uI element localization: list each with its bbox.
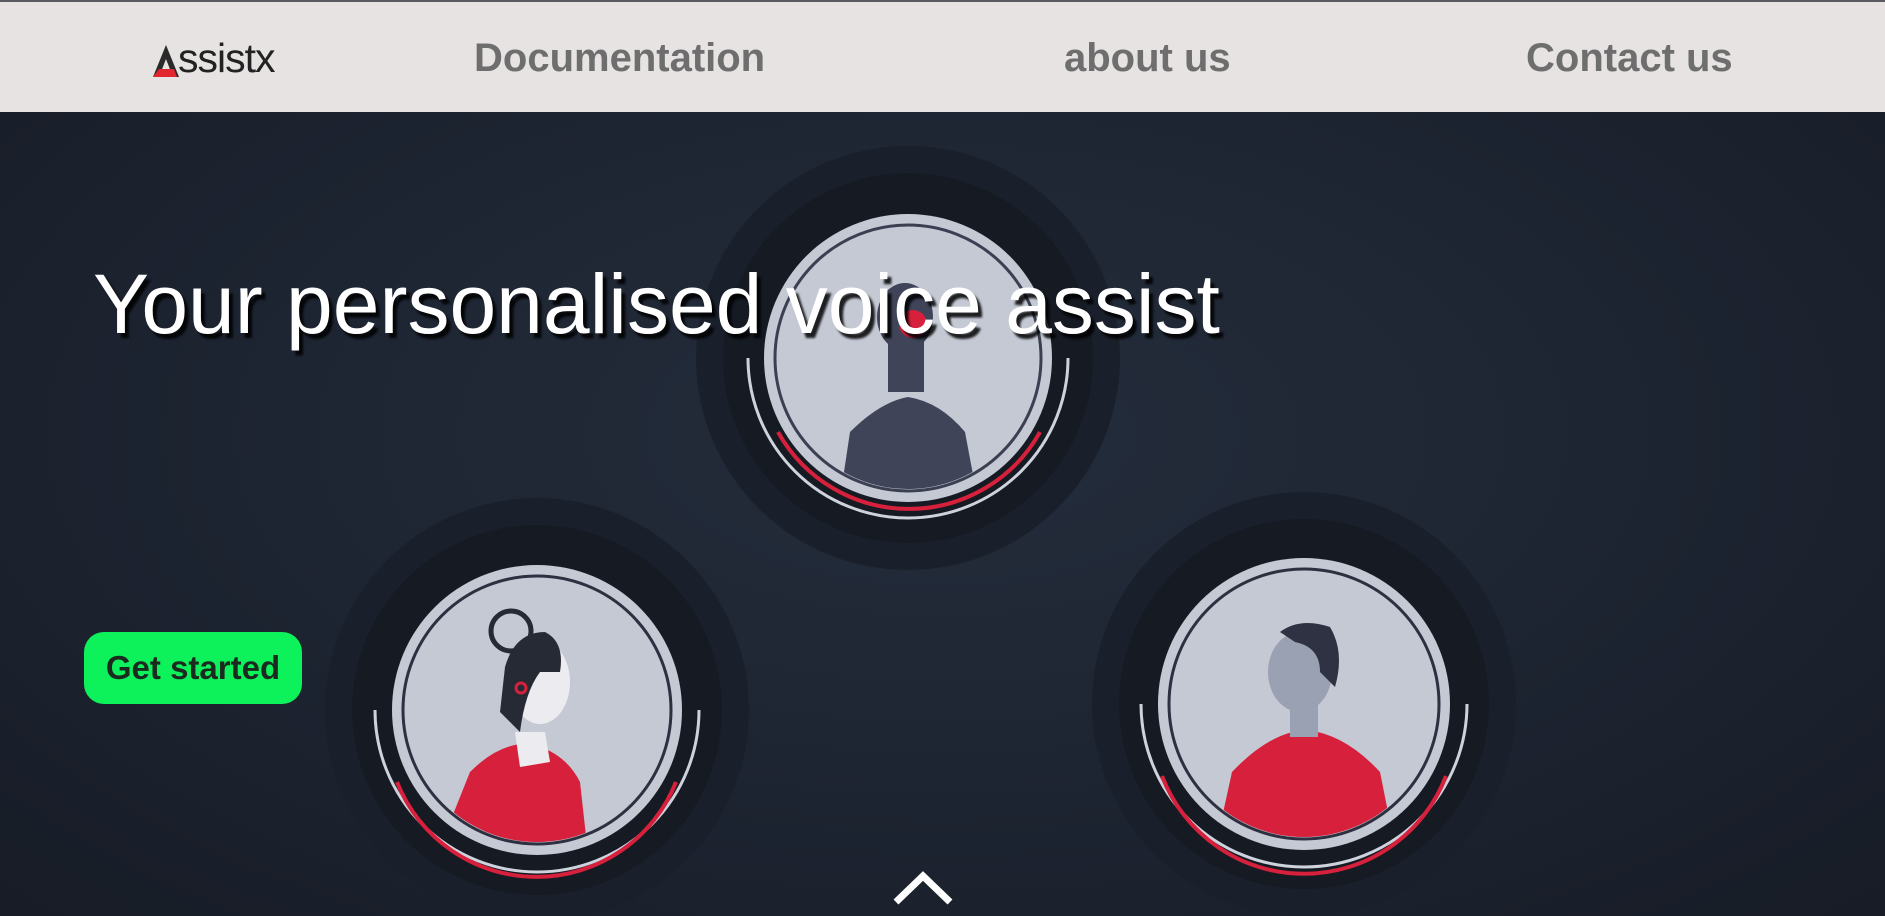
assistx-logo[interactable]: ssistx — [152, 35, 275, 81]
hero-title: Your personalised voice assist — [93, 257, 1220, 351]
logo-triangle-icon — [153, 45, 179, 77]
avatar-top — [696, 146, 1120, 570]
avatar-bottom-left — [325, 498, 749, 916]
avatar-bottom-right — [1092, 492, 1516, 916]
nav-link-contact-us[interactable]: Contact us — [1526, 30, 1733, 86]
chevron-up-icon[interactable] — [892, 868, 954, 908]
hero-illustration — [325, 146, 1516, 916]
nav-link-documentation[interactable]: Documentation — [474, 30, 765, 86]
nav-link-about-us[interactable]: about us — [1064, 30, 1231, 86]
get-started-button[interactable]: Get started — [84, 632, 302, 704]
top-navbar: ssistx Documentation about us Contact us — [0, 0, 1885, 112]
logo-text: ssistx — [178, 35, 275, 81]
hero-section: Your personalised voice assist Get start… — [0, 112, 1885, 916]
